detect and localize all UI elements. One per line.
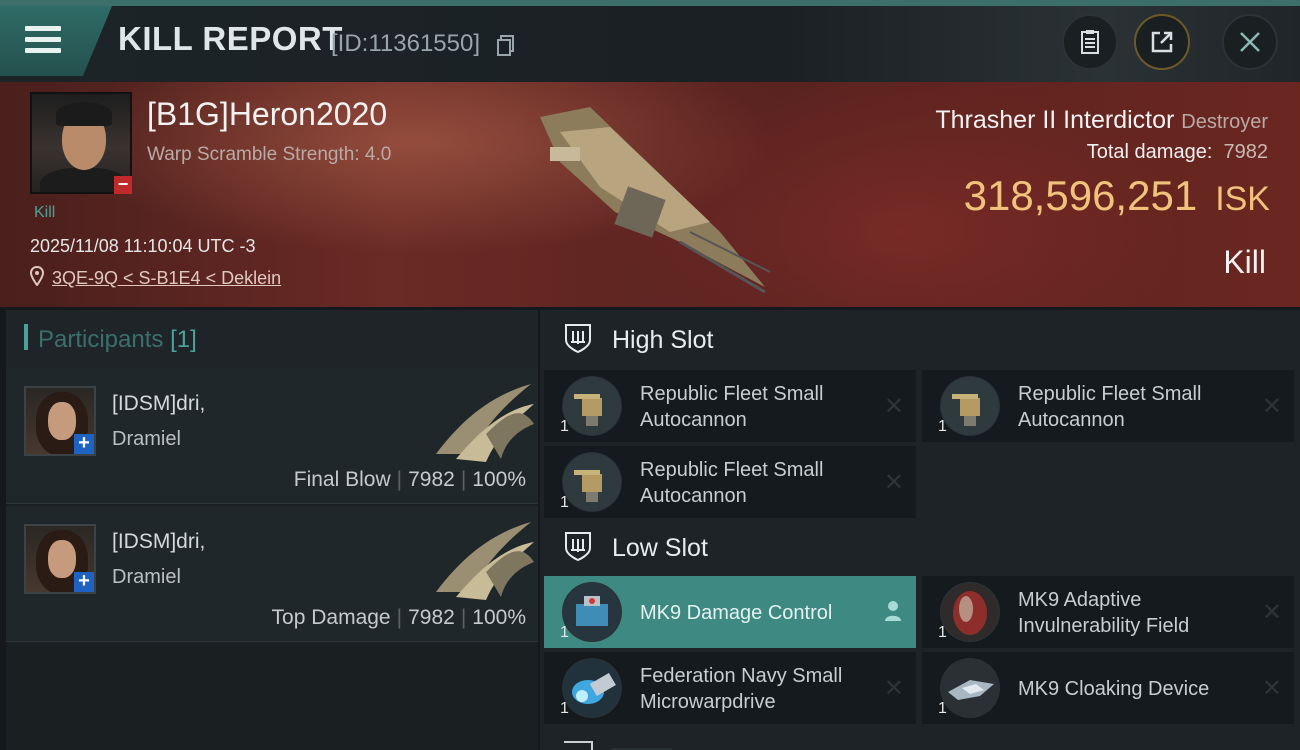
location-link[interactable]: 3QE-9Q < S-B1E4 < Deklein [52,268,281,289]
location-pin-icon [30,266,44,286]
warp-scramble-strength: Warp Scramble Strength: 4.0 [147,144,392,165]
low-slot-header: Low Slot [540,518,1300,576]
copy-icon[interactable] [497,35,515,56]
destroyed-icon: ✕ [883,675,904,702]
module-item[interactable]: 1 Republic Fleet Small Autocannon ✕ [544,370,916,442]
next-slot-header-icon [564,741,672,750]
clipboard-button[interactable] [1062,14,1118,70]
participant-ship-icon [436,384,534,462]
share-button[interactable] [1134,14,1190,70]
standing-badge: − [114,175,132,194]
ship-name: Thrasher II Interdictor Destroyer [935,106,1268,135]
module-item[interactable]: 1 Federation Navy Small Microwarpdrive ✕ [544,652,916,724]
participant-ship-icon [436,522,534,600]
module-item[interactable]: 1 MK9 Damage Control [544,576,916,648]
module-item[interactable]: 1 MK9 Adaptive Invulnerability Field ✕ [922,576,1294,648]
participant-ship: Dramiel [112,428,181,450]
top-bar: KILL REPORT [ID:11361550] [0,0,1300,82]
destroyed-icon: ✕ [883,469,904,496]
participant-ship: Dramiel [112,566,181,588]
autocannon-icon [562,376,622,436]
total-damage: Total damage: 7982 [1087,141,1268,164]
kill-tag: Kill [34,204,56,221]
module-quantity: 1 [560,624,569,641]
ship-class: Destroyer [1181,111,1268,133]
participants-count: [1] [170,326,197,353]
module-quantity: 1 [560,700,569,717]
close-icon [1240,32,1260,52]
low-slot-label: Low Slot [612,534,708,562]
low-slot-icon [565,532,591,562]
module-name: MK9 Cloaking Device [1018,678,1210,700]
result-label: Kill [1223,244,1266,280]
module-name: Federation Navy Small Microwarpdrive [640,665,843,713]
participant-role: Final Blow [293,468,391,491]
autocannon-icon [940,376,1000,436]
participants-panel: Participants [1] + [IDSM]dri, Dramiel Fi… [6,310,538,750]
menu-icon [25,26,61,54]
victim-name: [B1G]Heron2020 [147,96,388,132]
module-name: MK9 Adaptive Invulnerability Field [1018,589,1190,637]
destroyed-icon: ✕ [1261,675,1282,702]
kill-time: 2025/11/08 11:10:04 UTC -3 [30,236,256,256]
high-slot-label: High Slot [612,326,714,354]
destroyed-icon: ✕ [883,393,904,420]
page-title: KILL REPORT [118,20,343,57]
participant-percent: 100% [472,468,526,491]
menu-button[interactable] [0,6,112,76]
participant-name: [IDSM]dri, [112,530,206,553]
module-quantity: 1 [560,494,569,511]
share-icon [1151,31,1173,53]
participant-row[interactable]: + [IDSM]dri, Dramiel Final Blow | 7982 | 100… [6,368,538,504]
report-id: [ID:11361550] [331,30,481,57]
fitting-panel: High Slot 1 Republic Fleet Small Autocan… [540,310,1300,750]
cloaking-device-icon [940,658,1000,718]
module-quantity: 1 [938,700,947,717]
isk-value: 318,596,251 [963,172,1198,219]
module-name: Republic Fleet Small Autocannon [1018,383,1202,431]
destroyed-icon: ✕ [1261,393,1282,420]
participant-percent: 100% [472,606,526,629]
module-quantity: 1 [560,418,569,435]
module-item[interactable]: 1 Republic Fleet Small Autocannon ✕ [544,446,916,518]
isk-value-row: 318,596,251 ISK [964,172,1270,220]
shield-field-icon [940,582,1000,642]
microwarpdrive-icon [562,658,622,718]
damage-control-icon [562,582,622,642]
total-damage-label: Total damage: [1086,141,1213,163]
isk-unit: ISK [1215,180,1270,218]
high-slot-icon [565,324,591,354]
plus-badge: + [74,571,94,592]
participant-row[interactable]: + [IDSM]dri, Dramiel Top Damage | 7982 | 100… [6,506,538,642]
participant-role: Top Damage [271,606,391,629]
module-quantity: 1 [938,624,947,641]
module-item[interactable]: 1 Republic Fleet Small Autocannon ✕ [922,370,1294,442]
participant-damage: 7982 [408,468,455,491]
close-button[interactable] [1222,14,1278,70]
autocannon-icon [562,452,622,512]
participant-stats: Final Blow | 7982 | 100% [293,468,526,491]
destroyed-icon: ✕ [1261,599,1282,626]
module-name: MK9 Damage Control [640,602,833,624]
participant-stats: Top Damage | 7982 | 100% [271,606,526,629]
participants-header: Participants [1] [6,310,538,368]
ship-type: Thrasher II Interdictor [935,106,1175,134]
plus-badge: + [74,433,94,454]
module-quantity: 1 [938,418,947,435]
participant-damage: 7982 [408,606,455,629]
participant-name: [IDSM]dri, [112,392,206,415]
ship-image [540,107,771,294]
module-name: Republic Fleet Small Autocannon [640,459,824,507]
clipboard-icon [1081,30,1099,54]
total-damage-value: 7982 [1223,141,1269,163]
high-slot-header: High Slot [540,310,1300,368]
module-name: Republic Fleet Small Autocannon [640,383,824,431]
dropped-person-icon [885,601,901,621]
participants-title: Participants [1] [38,326,197,353]
module-item[interactable]: 1 MK9 Cloaking Device ✕ [922,652,1294,724]
